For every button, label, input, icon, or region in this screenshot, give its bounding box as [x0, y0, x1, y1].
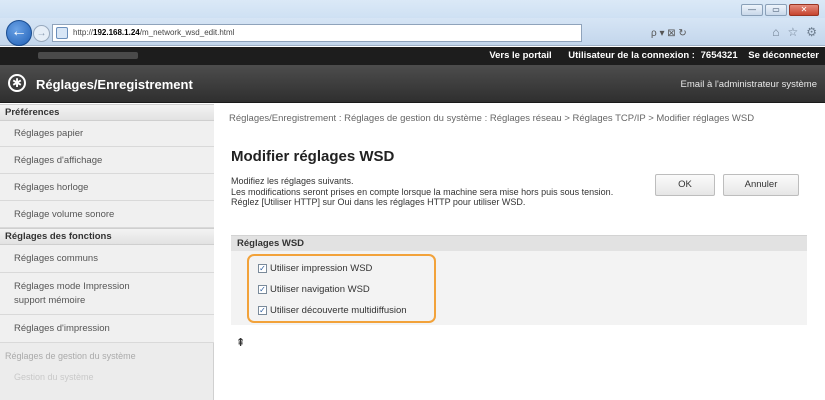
- logout-link[interactable]: Se déconnecter: [748, 50, 819, 61]
- ok-button[interactable]: OK: [655, 174, 715, 196]
- home-icon[interactable]: ⌂: [772, 25, 779, 39]
- sidebar-item-print[interactable]: Réglages d'impression: [0, 315, 214, 343]
- top-bar: Vers le portail Utilisateur de la connex…: [0, 47, 825, 65]
- login-user-label: Utilisateur de la connexion :: [568, 50, 695, 61]
- sidebar-item-clock[interactable]: Réglages horloge: [0, 174, 214, 201]
- address-bar[interactable]: http://192.168.1.24/m_network_wsd_edit.h…: [52, 24, 582, 42]
- sidebar-item-system-management[interactable]: Gestion du système: [0, 372, 214, 382]
- browser-tool-icons: ⌂ ☆ ⚙: [772, 25, 817, 39]
- sidebar-section-functions: Réglages des fonctions: [0, 228, 214, 245]
- address-text: http://192.168.1.24/m_network_wsd_edit.h…: [73, 28, 234, 37]
- address-actions[interactable]: ρ ▾ ⊠ ↻: [588, 24, 748, 42]
- sidebar: Préférences Réglages papier Réglages d'a…: [0, 104, 214, 400]
- cancel-button[interactable]: Annuler: [723, 174, 799, 196]
- url-host: 192.168.1.24: [93, 28, 140, 37]
- maximize-button[interactable]: ▭: [765, 4, 787, 16]
- page-title: Modifier réglages WSD: [231, 148, 395, 165]
- page-header-title: Réglages/Enregistrement: [36, 77, 193, 92]
- minimize-button[interactable]: —: [741, 4, 763, 16]
- page-icon: [56, 27, 68, 39]
- device-name-placeholder: [38, 52, 138, 59]
- settings-gear-icon: ✱: [8, 74, 26, 92]
- browser-navbar: ← → http://192.168.1.24/m_network_wsd_ed…: [0, 18, 825, 46]
- sidebar-item-paper[interactable]: Réglages papier: [0, 121, 214, 147]
- portal-link[interactable]: Vers le portail: [489, 50, 551, 61]
- sidebar-item-common[interactable]: Réglages communs: [0, 245, 214, 273]
- sidebar-item-volume[interactable]: Réglage volume sonore: [0, 201, 214, 228]
- description-line-2: Les modifications seront prises en compt…: [231, 186, 614, 197]
- back-button[interactable]: ←: [6, 20, 32, 46]
- sidebar-section-preferences: Préférences: [0, 104, 214, 121]
- description-line-1: Modifiez les réglages suivants.: [231, 176, 354, 186]
- favorites-star-icon[interactable]: ☆: [787, 25, 798, 39]
- url-path: /m_network_wsd_edit.html: [139, 28, 235, 37]
- description-line-3: Réglez [Utiliser HTTP] sur Oui dans les …: [231, 197, 526, 207]
- address-actions-label: ρ ▾ ⊠ ↻: [651, 28, 687, 39]
- login-user-value: 7654321: [700, 50, 738, 61]
- top-bar-links: Vers le portail Utilisateur de la connex…: [475, 50, 819, 61]
- page-description: Modifiez les réglages suivants. Les modi…: [231, 176, 631, 208]
- checkbox-highlight-frame: [247, 254, 436, 323]
- main-content: Réglages/Enregistrement : Réglages de ge…: [215, 104, 825, 400]
- tools-gear-icon[interactable]: ⚙: [806, 25, 817, 39]
- breadcrumb: Réglages/Enregistrement : Réglages de ge…: [229, 113, 755, 124]
- url-prefix: http://: [73, 28, 94, 37]
- close-button[interactable]: ✕: [789, 4, 819, 16]
- forward-button[interactable]: →: [33, 25, 50, 42]
- window-controls: — ▭ ✕: [741, 4, 819, 16]
- to-top-icon[interactable]: ⇞: [236, 336, 245, 349]
- admin-mail-link[interactable]: Email à l'administrateur système: [681, 79, 817, 90]
- sidebar-item-display[interactable]: Réglages d'affichage: [0, 147, 214, 174]
- header-bar: ✱ Réglages/Enregistrement Email à l'admi…: [0, 65, 825, 103]
- sidebar-section-system[interactable]: Réglages de gestion du système: [0, 351, 214, 361]
- wsd-settings-header: Réglages WSD: [231, 235, 807, 251]
- sidebar-item-memory-print[interactable]: Réglages mode Impression support mémoire: [0, 273, 214, 315]
